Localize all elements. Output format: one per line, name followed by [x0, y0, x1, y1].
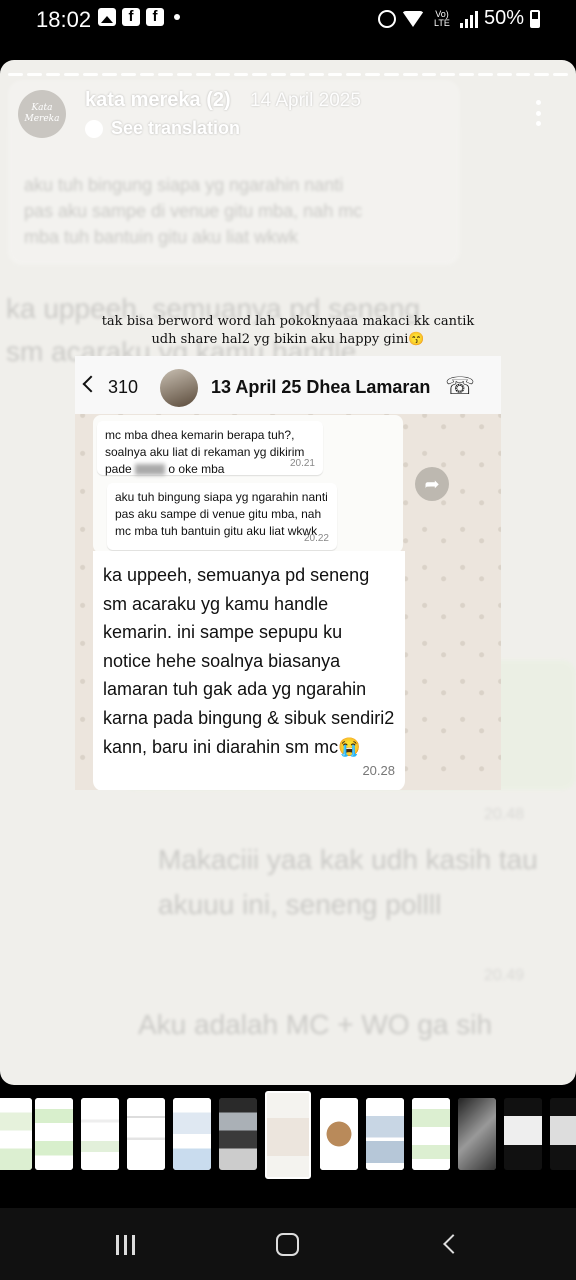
- story-viewer[interactable]: aku tuh bingung siapa yg ngarahin nanti …: [0, 60, 576, 1085]
- story-thumbnail[interactable]: [366, 1098, 404, 1170]
- story-thumbnail[interactable]: [35, 1098, 73, 1170]
- story-date: 14 April 2025: [250, 90, 361, 111]
- alarm-icon: [377, 9, 396, 28]
- story-thumbnail-current[interactable]: [265, 1091, 311, 1179]
- back-arrow-icon: [82, 375, 100, 393]
- ghost-reply-1: Makaciii yaa kak udh kasih tau: [158, 844, 538, 875]
- quoted-time-1: 20.21: [289, 458, 315, 469]
- call-add-icon: ☏: [445, 373, 476, 400]
- story-thumbnail[interactable]: [127, 1098, 165, 1170]
- system-navigation-bar: [0, 1208, 576, 1280]
- contact-avatar: [160, 369, 198, 407]
- more-options-icon[interactable]: [536, 100, 542, 126]
- story-thumbnail[interactable]: [458, 1098, 496, 1170]
- story-thumbnail[interactable]: [320, 1098, 358, 1170]
- main-message-text: ka uppeeh, semuanya pd seneng sm acaraku…: [103, 565, 395, 757]
- main-message-bubble: ka uppeeh, semuanya pd seneng sm acaraku…: [93, 551, 405, 790]
- recent-apps-icon[interactable]: [116, 1235, 135, 1255]
- unread-count: 310: [108, 377, 139, 397]
- story-thumbnail[interactable]: [173, 1098, 211, 1170]
- signal-icon: [459, 10, 478, 28]
- quoted-messages: mc mba dhea kemarin berapa tuh?, soalnya…: [93, 415, 403, 553]
- quoted-message-2: aku tuh bingung siapa yg ngarahin nanti …: [107, 483, 337, 550]
- forward-icon: ➦: [415, 467, 449, 501]
- see-translation-button[interactable]: See translation: [85, 118, 240, 139]
- story-thumbnail[interactable]: [550, 1098, 576, 1170]
- translate-icon: [85, 119, 103, 138]
- home-icon[interactable]: [276, 1233, 299, 1256]
- story-thumbnail[interactable]: [219, 1098, 257, 1170]
- status-time: 18:02: [36, 7, 92, 32]
- notification-icons: f f: [98, 8, 180, 26]
- chat-screenshot: 310 13 April 25 Dhea Lamaran ☏ mc mba dh…: [75, 356, 501, 790]
- story-username[interactable]: kata mereka (2): [85, 89, 231, 112]
- contact-name: 13 April 25 Dhea Lamaran: [211, 377, 431, 397]
- caption-line-1: tak bisa berword word lah pokoknyaaa mak…: [101, 314, 475, 329]
- chat-header: 310 13 April 25 Dhea Lamaran ☏: [75, 356, 501, 414]
- caption-line-2: udh share hal2 yg bikin aku happy gini😙: [151, 332, 425, 347]
- quoted-time-2: 20.22: [303, 533, 329, 544]
- censored-word: [135, 464, 166, 476]
- story-progress-bar: [8, 73, 568, 76]
- more-notifications-icon: [174, 14, 180, 20]
- ghost-reply-2: akuuu ini, seneng pollll: [158, 889, 442, 920]
- volte-icon: Vo) LTE: [434, 8, 450, 28]
- wifi-icon: [401, 10, 424, 27]
- story-thumbnail[interactable]: [504, 1098, 542, 1170]
- ghost-time-2: 20.49: [484, 967, 525, 984]
- story-thumbnail[interactable]: [81, 1098, 119, 1170]
- ghost-quote: aku tuh bingung siapa yg ngarahin nanti …: [24, 175, 363, 247]
- status-bar: 18:02 f f Vo) LTE 50%: [0, 0, 576, 40]
- back-icon[interactable]: [443, 1234, 463, 1254]
- ghost-reply-3: Aku adalah MC + WO ga sih: [138, 1009, 493, 1040]
- facebook-notification-icon: f: [122, 8, 140, 26]
- story-avatar[interactable]: Kata Mereka: [18, 90, 66, 138]
- story-thumbnail-strip: [0, 1088, 576, 1180]
- story-thumbnail[interactable]: [412, 1098, 450, 1170]
- main-message-time: 20.28: [362, 763, 395, 779]
- status-right: Vo) LTE 50%: [377, 7, 540, 30]
- facebook-notification-icon-2: f: [146, 8, 164, 26]
- quoted-message-1: mc mba dhea kemarin berapa tuh?, soalnya…: [97, 421, 323, 476]
- see-translation-label: See translation: [111, 118, 241, 138]
- story-caption: tak bisa berword word lah pokoknyaaa mak…: [0, 313, 576, 349]
- gallery-notification-icon: [98, 8, 116, 26]
- battery-icon: [530, 9, 540, 28]
- ghost-time-1: 20.48: [484, 806, 525, 823]
- story-thumbnail[interactable]: [0, 1098, 32, 1170]
- battery-percent: 50%: [483, 7, 524, 29]
